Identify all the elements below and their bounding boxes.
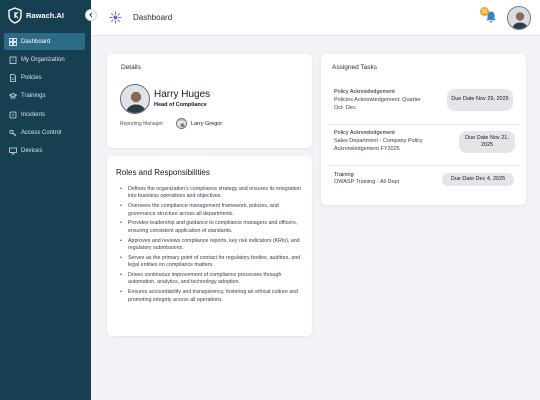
list-item: Provides leadership and guidance to comp… [119, 220, 305, 235]
task-description: Policies Acknowledgement: Quarter Oct- D… [334, 97, 421, 111]
key-icon [9, 129, 17, 137]
list-item: Oversees the compliance management frame… [119, 203, 305, 218]
task-item[interactable]: Policy Acknowledgement Policies Acknowle… [321, 82, 526, 124]
sidebar-item-label: Incidents [21, 111, 46, 118]
page-title: Dashboard [133, 13, 173, 22]
brand[interactable]: Rawach.AI [8, 7, 64, 24]
manager-name[interactable]: Larry Gregor [191, 121, 222, 127]
task-item[interactable]: Training OWASP Training - All Dept Due D… [321, 166, 526, 196]
task-item[interactable]: Policy Acknowledgement Sales Department … [321, 125, 526, 167]
chevron-left-icon [89, 12, 93, 18]
sidebar-item-trainings[interactable]: Trainings [0, 88, 91, 105]
person-name: Harry Huges [154, 89, 211, 100]
sidebar-item-label: Access Control [21, 129, 62, 136]
sidebar-item-incidents[interactable]: Incidents [0, 106, 91, 123]
sidebar-item-label: Dashboard [21, 38, 51, 45]
sidebar-item-access-control[interactable]: Access Control [0, 124, 91, 141]
sidebar-item-policies[interactable]: Policies [0, 70, 91, 87]
collapse-sidebar-button[interactable] [85, 9, 97, 21]
tasks-title: Assigned Tasks [332, 64, 378, 71]
sidebar-item-dashboard[interactable]: Dashboard [4, 33, 85, 50]
sidebar-item-my-organization[interactable]: My Organization [0, 51, 91, 68]
shield-logo-icon [8, 7, 22, 24]
manager-photo-icon [177, 121, 186, 128]
sidebar: Rawach.AI Dashboard My Organization Poli… [0, 0, 91, 400]
top-header: Dashboard 31 [91, 0, 540, 36]
document-icon [10, 74, 16, 82]
task-type: Policy Acknowledgement [334, 130, 395, 136]
due-date-badge: Due Date Dec 4, 2025 [442, 173, 514, 186]
tasks-card: Assigned Tasks Policy Acknowledgement Po… [321, 54, 526, 205]
app-logo-icon [109, 11, 122, 24]
list-item: Defines the organization's compliance st… [119, 186, 305, 201]
sidebar-item-devices[interactable]: Devices [0, 143, 91, 160]
notification-badge: 31 [480, 7, 489, 16]
task-description: Sales Department - Company Policy Acknow… [334, 138, 423, 152]
sidebar-item-label: Trainings [21, 93, 46, 100]
sidebar-item-label: My Organization [21, 56, 65, 63]
sidebar-item-label: Policies [21, 75, 42, 82]
roles-list: Defines the organization's compliance st… [119, 186, 305, 306]
person-role: Head of Compliance [154, 102, 207, 108]
person-avatar [120, 84, 150, 114]
task-description: OWASP Training - All Dept [334, 179, 400, 185]
user-photo-icon [508, 7, 530, 29]
grid-icon [9, 37, 17, 46]
task-type: Training [334, 172, 354, 178]
details-title: Details [121, 64, 141, 71]
task-type: Policy Acknowledgement [334, 89, 395, 95]
sidebar-item-label: Devices [21, 148, 43, 155]
user-avatar[interactable] [507, 6, 531, 30]
manager-avatar [176, 118, 187, 129]
person-photo-icon [121, 85, 149, 113]
sidebar-nav: Dashboard My Organization Policies Train… [0, 33, 91, 161]
brand-name: Rawach.AI [26, 11, 64, 20]
reporting-manager-label: Reporting Manager: [120, 121, 165, 127]
list-item: Drives continuous improvement of complia… [119, 272, 305, 287]
roles-title: Roles and Responsibilities [116, 168, 210, 177]
due-date-badge: Due Date Nov 21, 2025 [459, 131, 515, 153]
list-item: Approves and reviews compliance reports,… [119, 238, 305, 253]
graduation-icon [9, 93, 17, 99]
due-date-badge: Due Date Nov 29, 2025 [447, 89, 513, 111]
building-icon [9, 56, 17, 64]
list-item: Ensures accountability and transparency,… [119, 289, 305, 304]
details-card: Details Harry Huges Head of Compliance R… [107, 54, 312, 148]
monitor-icon [9, 147, 17, 155]
alert-icon [9, 111, 17, 119]
roles-card: Roles and Responsibilities Defines the o… [107, 156, 312, 336]
list-item: Serves as the primary point of contact f… [119, 255, 305, 270]
